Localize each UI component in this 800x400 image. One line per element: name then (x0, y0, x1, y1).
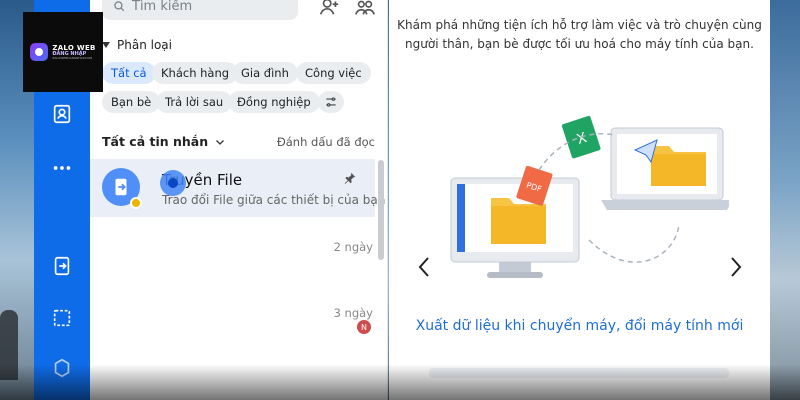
chip-customers[interactable]: Khách hàng (152, 62, 239, 84)
welcome-intro-text: Khám phá những tiện ích hỗ trợ làm việc … (397, 18, 762, 51)
conversation-time: 2 ngày (333, 240, 373, 254)
slide-description-placeholder (429, 368, 729, 378)
category-section-title[interactable]: Phân loại (102, 38, 172, 52)
message-filter-dropdown[interactable]: Tất cả tin nhắn (102, 134, 226, 149)
conversation-time: 3 ngày (333, 306, 373, 320)
caret-down-icon (102, 42, 110, 48)
add-friend-icon[interactable] (318, 0, 340, 18)
chip-all[interactable]: Tất cả (102, 62, 156, 84)
conversation-preview: Trao đổi File giữa các thiết bị của bạn (162, 193, 386, 207)
chevron-down-icon (216, 139, 225, 145)
file-transfer-icon (115, 178, 127, 196)
chip-colleagues[interactable]: Đồng nghiệp (228, 91, 320, 113)
welcome-panel: Khám phá những tiện ích hỗ trợ làm việc … (389, 0, 770, 400)
unread-badge: N (357, 320, 371, 334)
create-group-icon[interactable] (354, 0, 376, 18)
cursor-indicator (160, 170, 186, 196)
carousel-prev-icon[interactable] (417, 256, 431, 278)
search-placeholder: Tìm kiếm (132, 0, 193, 14)
more-icon[interactable] (34, 150, 90, 186)
search-icon (114, 1, 125, 12)
slide-title: Xuất dữ liệu khi chuyển máy, đổi máy tín… (415, 318, 744, 334)
list-scrollbar[interactable] (378, 160, 384, 260)
search-input[interactable]: Tìm kiếm (102, 0, 298, 20)
desktop-background-figure (0, 310, 18, 380)
logo-line-3: ZALOWEBDANGNHAP.COM (52, 55, 93, 60)
conversation-list-panel: Tìm kiếm Phân loại Tất cả Khách hàng Gia… (90, 0, 388, 400)
screenshot-icon[interactable] (34, 300, 90, 336)
contacts-icon[interactable] (34, 96, 90, 132)
chip-reply-later[interactable]: Trả lời sau (156, 91, 233, 113)
zalo-web-logo: ZALO WEB ĐĂNG NHẬP ZALOWEBDANGNHAP.COM (23, 12, 103, 92)
logo-chat-icon (30, 43, 49, 61)
settings-icon[interactable] (34, 350, 90, 386)
carousel-next-icon[interactable] (729, 256, 743, 278)
chip-friends[interactable]: Bạn bè (102, 91, 161, 113)
chip-work[interactable]: Công việc (296, 62, 371, 84)
mark-all-read-link[interactable]: Đánh dấu đã đọc (277, 135, 375, 149)
verified-badge (130, 197, 142, 209)
pin-icon[interactable] (343, 171, 357, 185)
device-transfer-illustration: X PDF (450, 115, 729, 278)
chip-filter-settings[interactable] (318, 91, 344, 113)
chip-family[interactable]: Gia đình (232, 62, 298, 84)
filter-settings-icon (326, 97, 336, 107)
transfer-icon[interactable] (34, 248, 90, 284)
conversation-item-file-transfer[interactable]: Truyền File Trao đổi File giữa các thiết… (90, 159, 385, 217)
desktop-background-right (770, 0, 800, 400)
